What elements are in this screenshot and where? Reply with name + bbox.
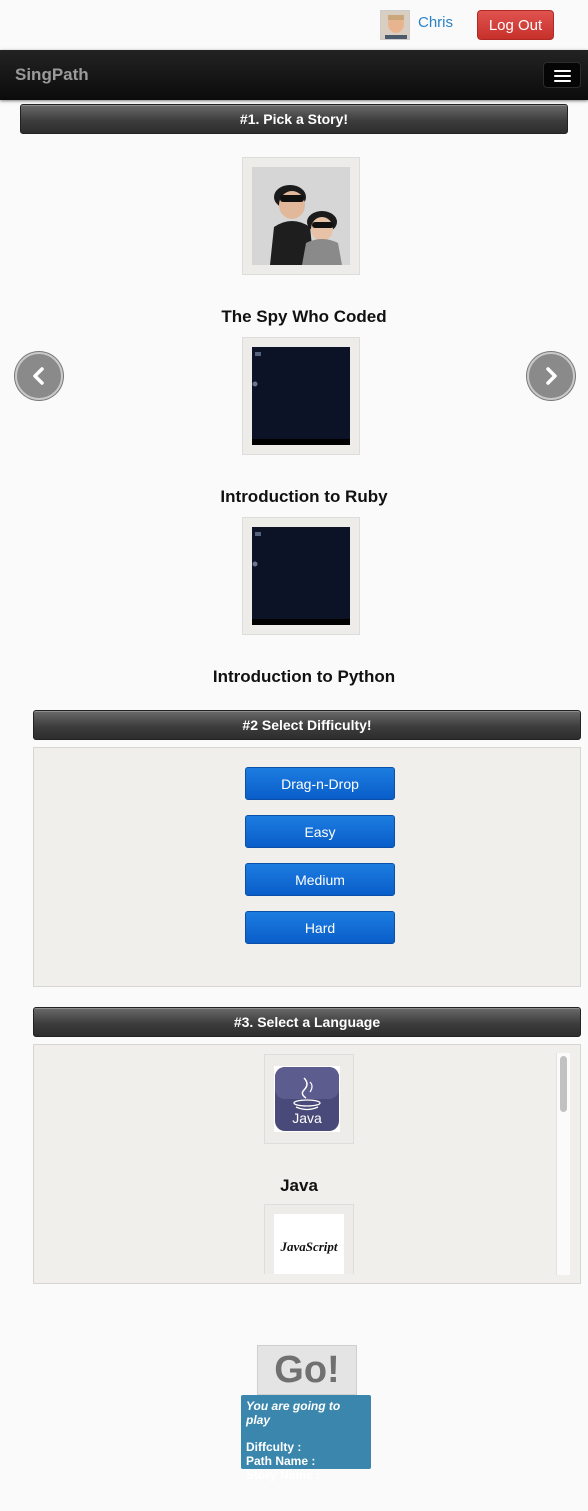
difficulty-easy-button[interactable]: Easy xyxy=(245,815,395,848)
summary-difficulty-label: Diffculty : xyxy=(246,1440,302,1454)
story-image xyxy=(252,167,350,265)
language-scrollbar-thumb[interactable] xyxy=(560,1056,567,1112)
java-logo-icon: Java xyxy=(275,1067,339,1131)
language-thumbnail-javascript[interactable]: JavaScript xyxy=(264,1204,354,1274)
menu-toggle-button[interactable] xyxy=(543,62,581,88)
story-thumbnail[interactable] xyxy=(242,337,360,455)
username-link[interactable]: Chris xyxy=(418,14,453,31)
svg-text:Java: Java xyxy=(292,1110,322,1126)
logout-button[interactable]: Log Out xyxy=(477,10,554,40)
story-thumbnail[interactable] xyxy=(242,157,360,275)
story-image xyxy=(252,347,350,445)
difficulty-medium-button[interactable]: Medium xyxy=(245,863,395,896)
javascript-logo-icon: JavaScript xyxy=(274,1214,344,1274)
carousel-prev-button[interactable] xyxy=(15,352,63,400)
story-image xyxy=(252,527,350,625)
summary-heading: You are going to play xyxy=(246,1399,341,1427)
story-title[interactable]: Introduction to Ruby xyxy=(10,487,588,507)
story-section-header: #1. Pick a Story! xyxy=(20,104,568,134)
go-button[interactable]: Go! xyxy=(257,1345,357,1395)
chevron-right-icon xyxy=(546,367,557,385)
story-thumbnail[interactable] xyxy=(242,517,360,635)
difficulty-drag-n-drop-button[interactable]: Drag-n-Drop xyxy=(245,767,395,800)
difficulty-hard-button[interactable]: Hard xyxy=(245,911,395,944)
play-summary-box: You are going to play Diffculty : Path N… xyxy=(241,1395,371,1482)
summary-path-label: Path Name : xyxy=(246,1454,316,1468)
story-title[interactable]: Introduction to Python xyxy=(10,667,588,687)
user-avatar xyxy=(380,10,410,40)
summary-story-label: Story Name : xyxy=(246,1468,321,1482)
difficulty-section-header: #2 Select Difficulty! xyxy=(33,710,581,740)
brand-link[interactable]: SingPath xyxy=(15,65,89,85)
language-title[interactable]: Java xyxy=(265,1176,333,1196)
chevron-left-icon xyxy=(33,367,44,385)
story-title[interactable]: The Spy Who Coded xyxy=(10,307,588,327)
language-thumbnail-java[interactable]: Java xyxy=(264,1054,354,1144)
carousel-next-button[interactable] xyxy=(527,352,575,400)
hamburger-icon xyxy=(554,70,571,72)
language-section-header: #3. Select a Language xyxy=(33,1007,581,1037)
navbar: SingPath xyxy=(0,50,588,100)
